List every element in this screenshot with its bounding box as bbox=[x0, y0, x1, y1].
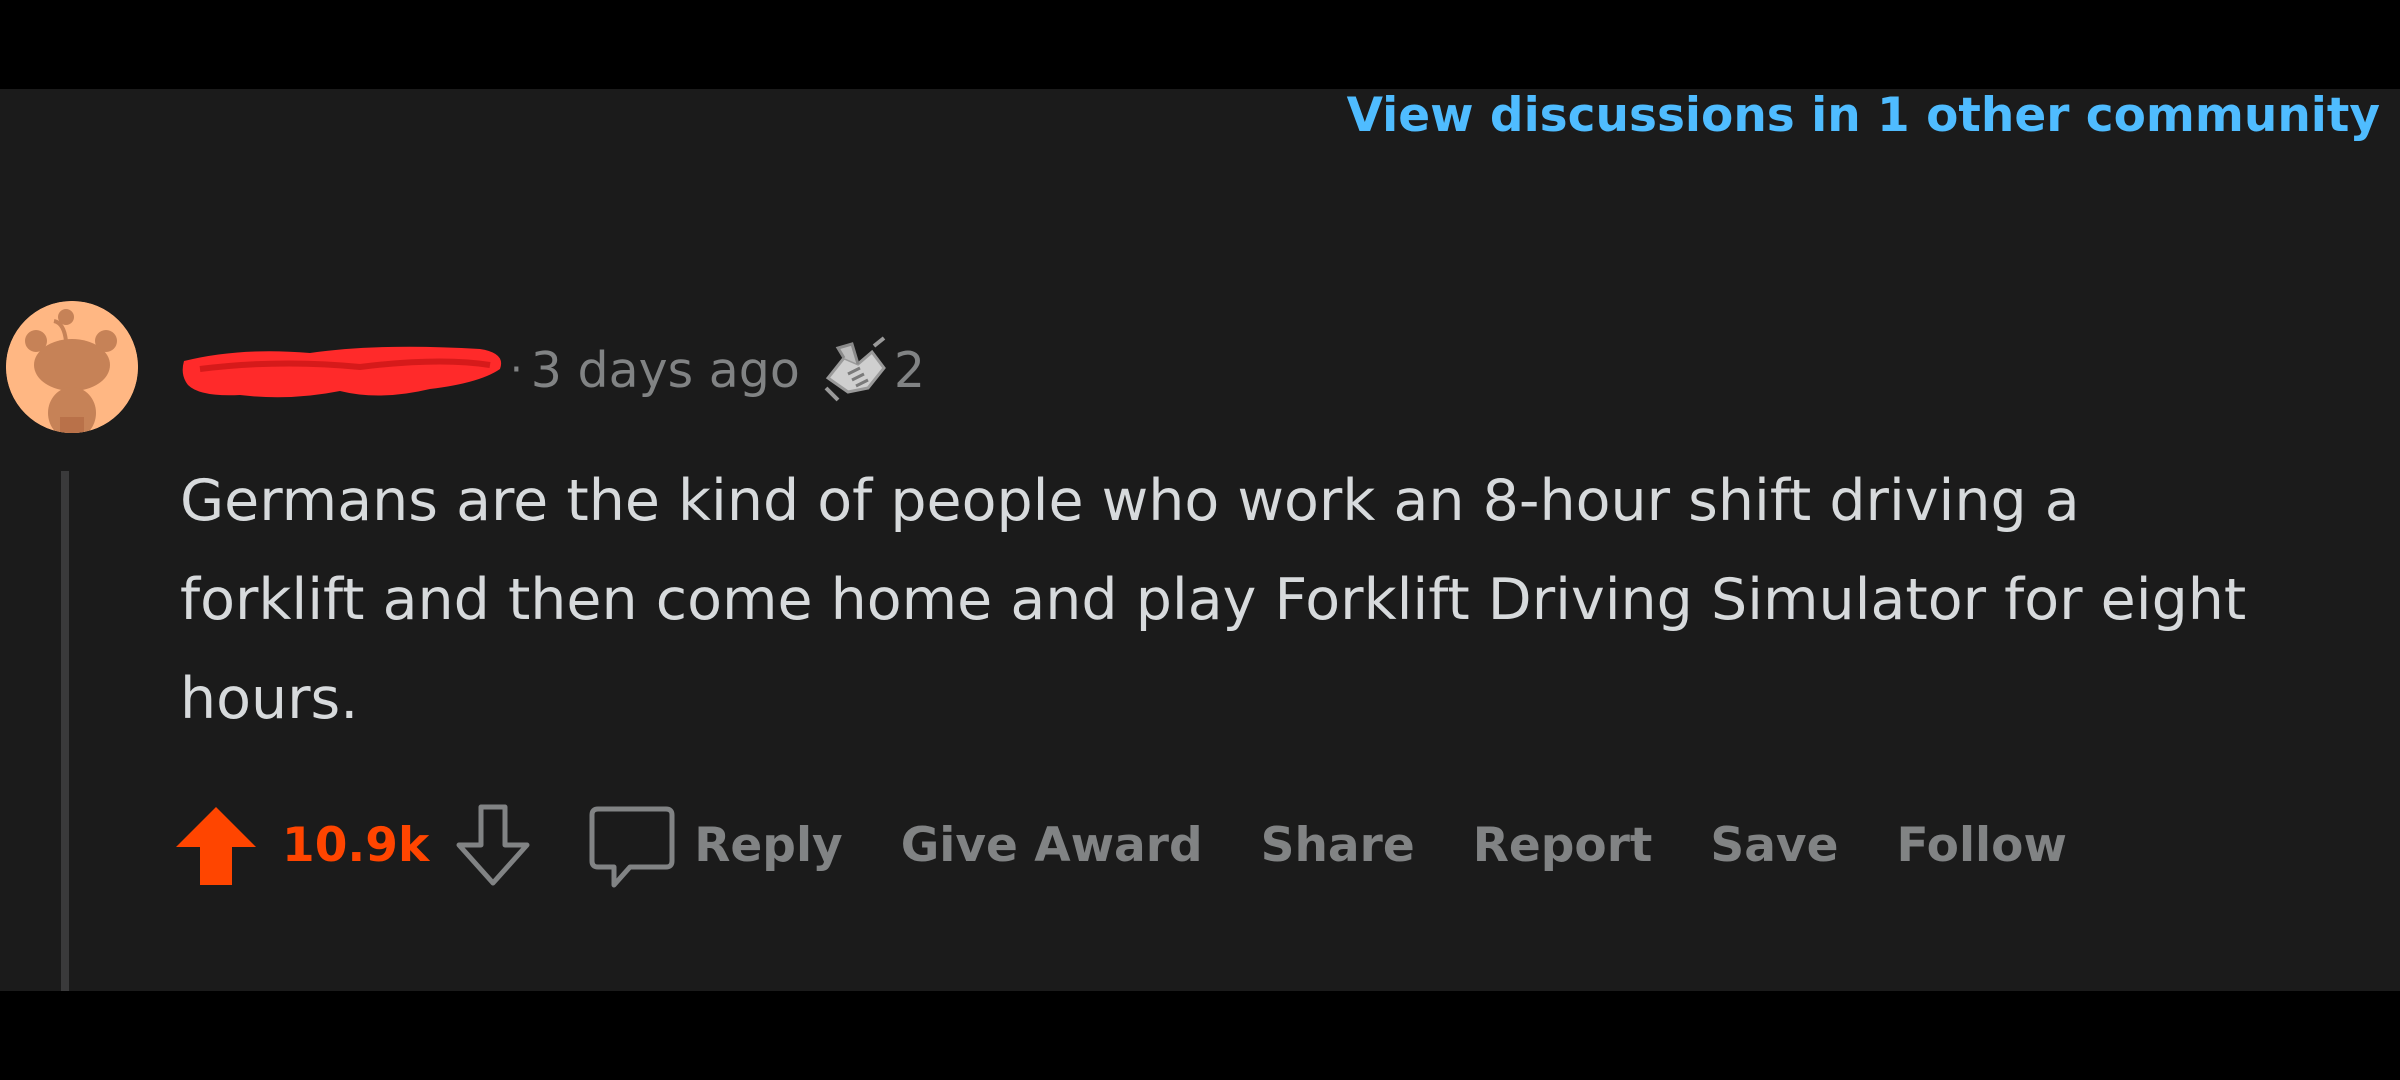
comment-actions-bar: 10.9k Reply Give Award Share Report Save… bbox=[170, 795, 2067, 895]
view-other-discussions-link[interactable]: View discussions in 1 other community bbox=[1347, 88, 2380, 143]
meta-separator: · bbox=[510, 347, 523, 393]
comment-body: Germans are the kind of people who work … bbox=[180, 468, 2247, 732]
comment-bubble-icon bbox=[584, 799, 676, 891]
upvote-arrow-icon[interactable] bbox=[170, 799, 262, 891]
thread-collapse-line[interactable] bbox=[61, 471, 69, 991]
comment-timestamp[interactable]: 3 days ago bbox=[531, 342, 800, 399]
comment-meta: · 3 days ago 2 bbox=[180, 335, 925, 405]
downvote-arrow-icon[interactable] bbox=[447, 799, 539, 891]
snoo-avatar-icon bbox=[6, 301, 138, 433]
handshake-award-icon[interactable] bbox=[818, 334, 890, 406]
follow-button[interactable]: Follow bbox=[1896, 818, 2066, 873]
save-button[interactable]: Save bbox=[1710, 818, 1838, 873]
reply-button[interactable]: Reply bbox=[584, 799, 843, 891]
award-count: 2 bbox=[893, 341, 925, 399]
reply-label: Reply bbox=[694, 817, 843, 873]
give-award-button[interactable]: Give Award bbox=[901, 818, 1203, 873]
username-redacted[interactable] bbox=[180, 339, 510, 401]
report-button[interactable]: Report bbox=[1473, 818, 1653, 873]
user-avatar[interactable] bbox=[6, 301, 138, 433]
vote-score: 10.9k bbox=[282, 817, 430, 873]
share-button[interactable]: Share bbox=[1261, 818, 1415, 873]
